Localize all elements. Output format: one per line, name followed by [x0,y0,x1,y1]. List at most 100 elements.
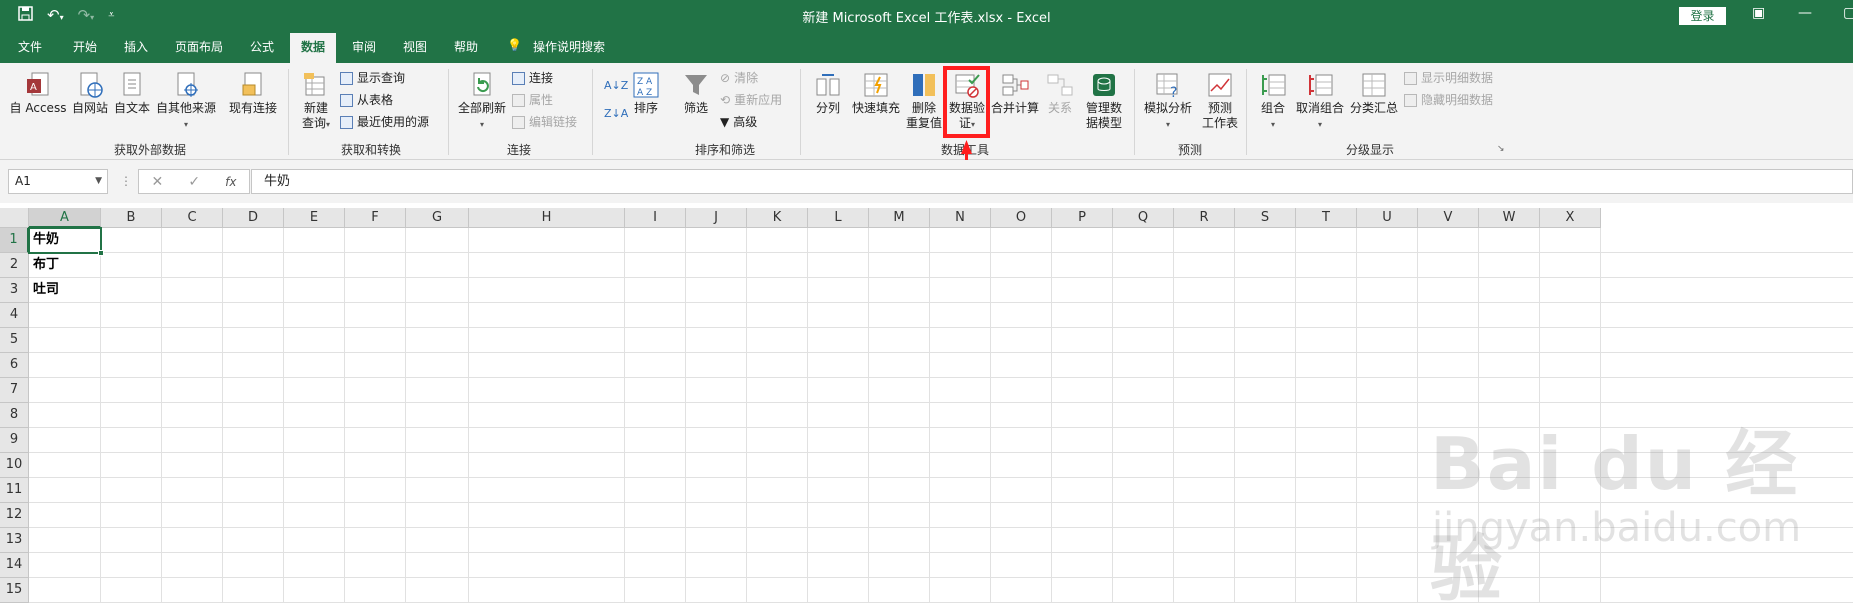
row-header-2[interactable]: 2 [0,253,29,278]
minimize-icon[interactable]: — [1798,5,1812,21]
from-text-button[interactable]: 自文本 [112,71,152,116]
from-access-button[interactable]: A 自 Access [8,71,68,116]
column-header-l[interactable]: L [808,208,869,228]
existing-connections-button[interactable]: 现有连接 [226,71,280,116]
column-header-h[interactable]: H [469,208,625,228]
cell-a2[interactable]: 布丁 [29,253,101,278]
consolidate-button[interactable]: 合并计算 [990,71,1040,116]
column-header-m[interactable]: M [869,208,930,228]
row-header-7[interactable]: 7 [0,378,29,403]
column-header-c[interactable]: C [162,208,223,228]
row-header-14[interactable]: 14 [0,553,29,578]
dialog-launcher-icon[interactable]: ↘ [1497,144,1505,154]
manage-data-model-button[interactable]: 管理数 据模型 [1080,71,1128,131]
forecast-sheet-button[interactable]: 预测 工作表 [1198,71,1242,131]
sort-button[interactable]: Z AA Z 排序 [626,71,666,116]
tab-formulas[interactable]: 公式 [250,38,274,55]
remove-duplicates-button[interactable]: 删除 重复值 [904,71,944,131]
edit-links-button[interactable]: 编辑链接 [512,113,577,131]
column-header-q[interactable]: Q [1113,208,1174,228]
tab-insert[interactable]: 插入 [124,38,148,55]
chevron-down-icon[interactable]: ▼ [95,170,102,193]
row-header-6[interactable]: 6 [0,353,29,378]
column-header-o[interactable]: O [991,208,1052,228]
column-header-s[interactable]: S [1235,208,1296,228]
row-header-8[interactable]: 8 [0,403,29,428]
fill-handle[interactable] [98,250,104,256]
from-table-button[interactable]: 从表格 [340,91,393,109]
column-header-f[interactable]: F [345,208,406,228]
subtotal-icon [1360,71,1388,99]
more-icon[interactable]: ⋮ [120,174,132,188]
row-header-12[interactable]: 12 [0,503,29,528]
reapply-button[interactable]: ⟲ 重新应用 [720,91,782,109]
new-query-button[interactable]: 新建 查询▾ [296,71,336,132]
column-header-u[interactable]: U [1357,208,1418,228]
column-header-e[interactable]: E [284,208,345,228]
ungroup-button[interactable]: 取消组合 ▾ [1294,71,1346,132]
tab-file[interactable]: 文件 [18,38,42,55]
column-header-g[interactable]: G [406,208,469,228]
column-header-i[interactable]: I [625,208,686,228]
advanced-filter-button[interactable]: ▼ 高级 [720,113,757,131]
refresh-all-button[interactable]: 全部刷新 ▾ [454,71,510,132]
relationships-button[interactable]: 关系 [1042,71,1078,116]
column-header-t[interactable]: T [1296,208,1357,228]
connections-button[interactable]: 连接 [512,69,553,87]
row-header-13[interactable]: 13 [0,528,29,553]
row-header-11[interactable]: 11 [0,478,29,503]
from-web-button[interactable]: 自网站 [70,71,110,116]
column-header-v[interactable]: V [1418,208,1479,228]
row-header-10[interactable]: 10 [0,453,29,478]
tab-help[interactable]: 帮助 [454,38,478,55]
select-all-corner[interactable] [0,208,29,228]
enter-icon[interactable]: ✓ [188,174,200,190]
row-header-3[interactable]: 3 [0,278,29,303]
hide-detail-button[interactable]: 隐藏明细数据 [1404,91,1493,109]
column-header-n[interactable]: N [930,208,991,228]
column-header-w[interactable]: W [1479,208,1540,228]
group-button[interactable]: 组合 ▾ [1256,71,1290,132]
tab-view[interactable]: 视图 [403,38,427,55]
tab-page-layout[interactable]: 页面布局 [175,38,223,55]
tab-data[interactable]: 数据 [290,33,337,63]
formula-input[interactable]: 牛奶 [251,169,1853,194]
row-header-9[interactable]: 9 [0,428,29,453]
cell-a3[interactable]: 吐司 [29,278,101,303]
column-header-x[interactable]: X [1540,208,1601,228]
column-header-p[interactable]: P [1052,208,1113,228]
row-header-5[interactable]: 5 [0,328,29,353]
column-header-a[interactable]: A [29,208,101,228]
filter-button[interactable]: 筛选 [676,71,716,116]
tab-review[interactable]: 审阅 [352,38,376,55]
column-header-d[interactable]: D [223,208,284,228]
insert-function-icon[interactable]: fx [225,175,236,189]
row-header-15[interactable]: 15 [0,578,29,603]
text-to-columns-button[interactable]: 分列 [810,71,846,116]
show-queries-button[interactable]: 显示查询 [340,69,405,87]
properties-button[interactable]: 属性 [512,91,553,109]
recent-sources-button[interactable]: 最近使用的源 [340,113,429,131]
tell-me-search[interactable]: 操作说明搜索 [533,38,605,55]
column-header-r[interactable]: R [1174,208,1235,228]
cancel-icon[interactable]: ✕ [152,174,164,190]
grid-line [929,228,930,603]
column-header-j[interactable]: J [686,208,747,228]
sort-ascending-button[interactable]: A↓Z [604,77,628,95]
what-if-analysis-button[interactable]: ? 模拟分析 ▾ [1140,71,1196,132]
sort-descending-button[interactable]: Z↓A [604,105,628,123]
name-box[interactable]: A1 ▼ [8,169,108,194]
flash-fill-button[interactable]: 快速填充 [850,71,902,116]
row-header-1[interactable]: 1 [0,228,29,253]
column-header-b[interactable]: B [101,208,162,228]
show-detail-button[interactable]: 显示明细数据 [1404,69,1493,87]
tab-home[interactable]: 开始 [73,38,97,55]
ribbon-display-icon[interactable]: ▣ [1752,5,1765,21]
clear-filter-button[interactable]: ⊘ 清除 [720,69,758,87]
login-button[interactable]: 登录 [1679,7,1726,25]
restore-icon[interactable]: ▢ [1843,5,1853,21]
column-header-k[interactable]: K [747,208,808,228]
row-header-4[interactable]: 4 [0,303,29,328]
from-other-sources-button[interactable]: 自其他来源 ▾ [154,71,218,132]
subtotal-button[interactable]: 分类汇总 [1348,71,1400,116]
